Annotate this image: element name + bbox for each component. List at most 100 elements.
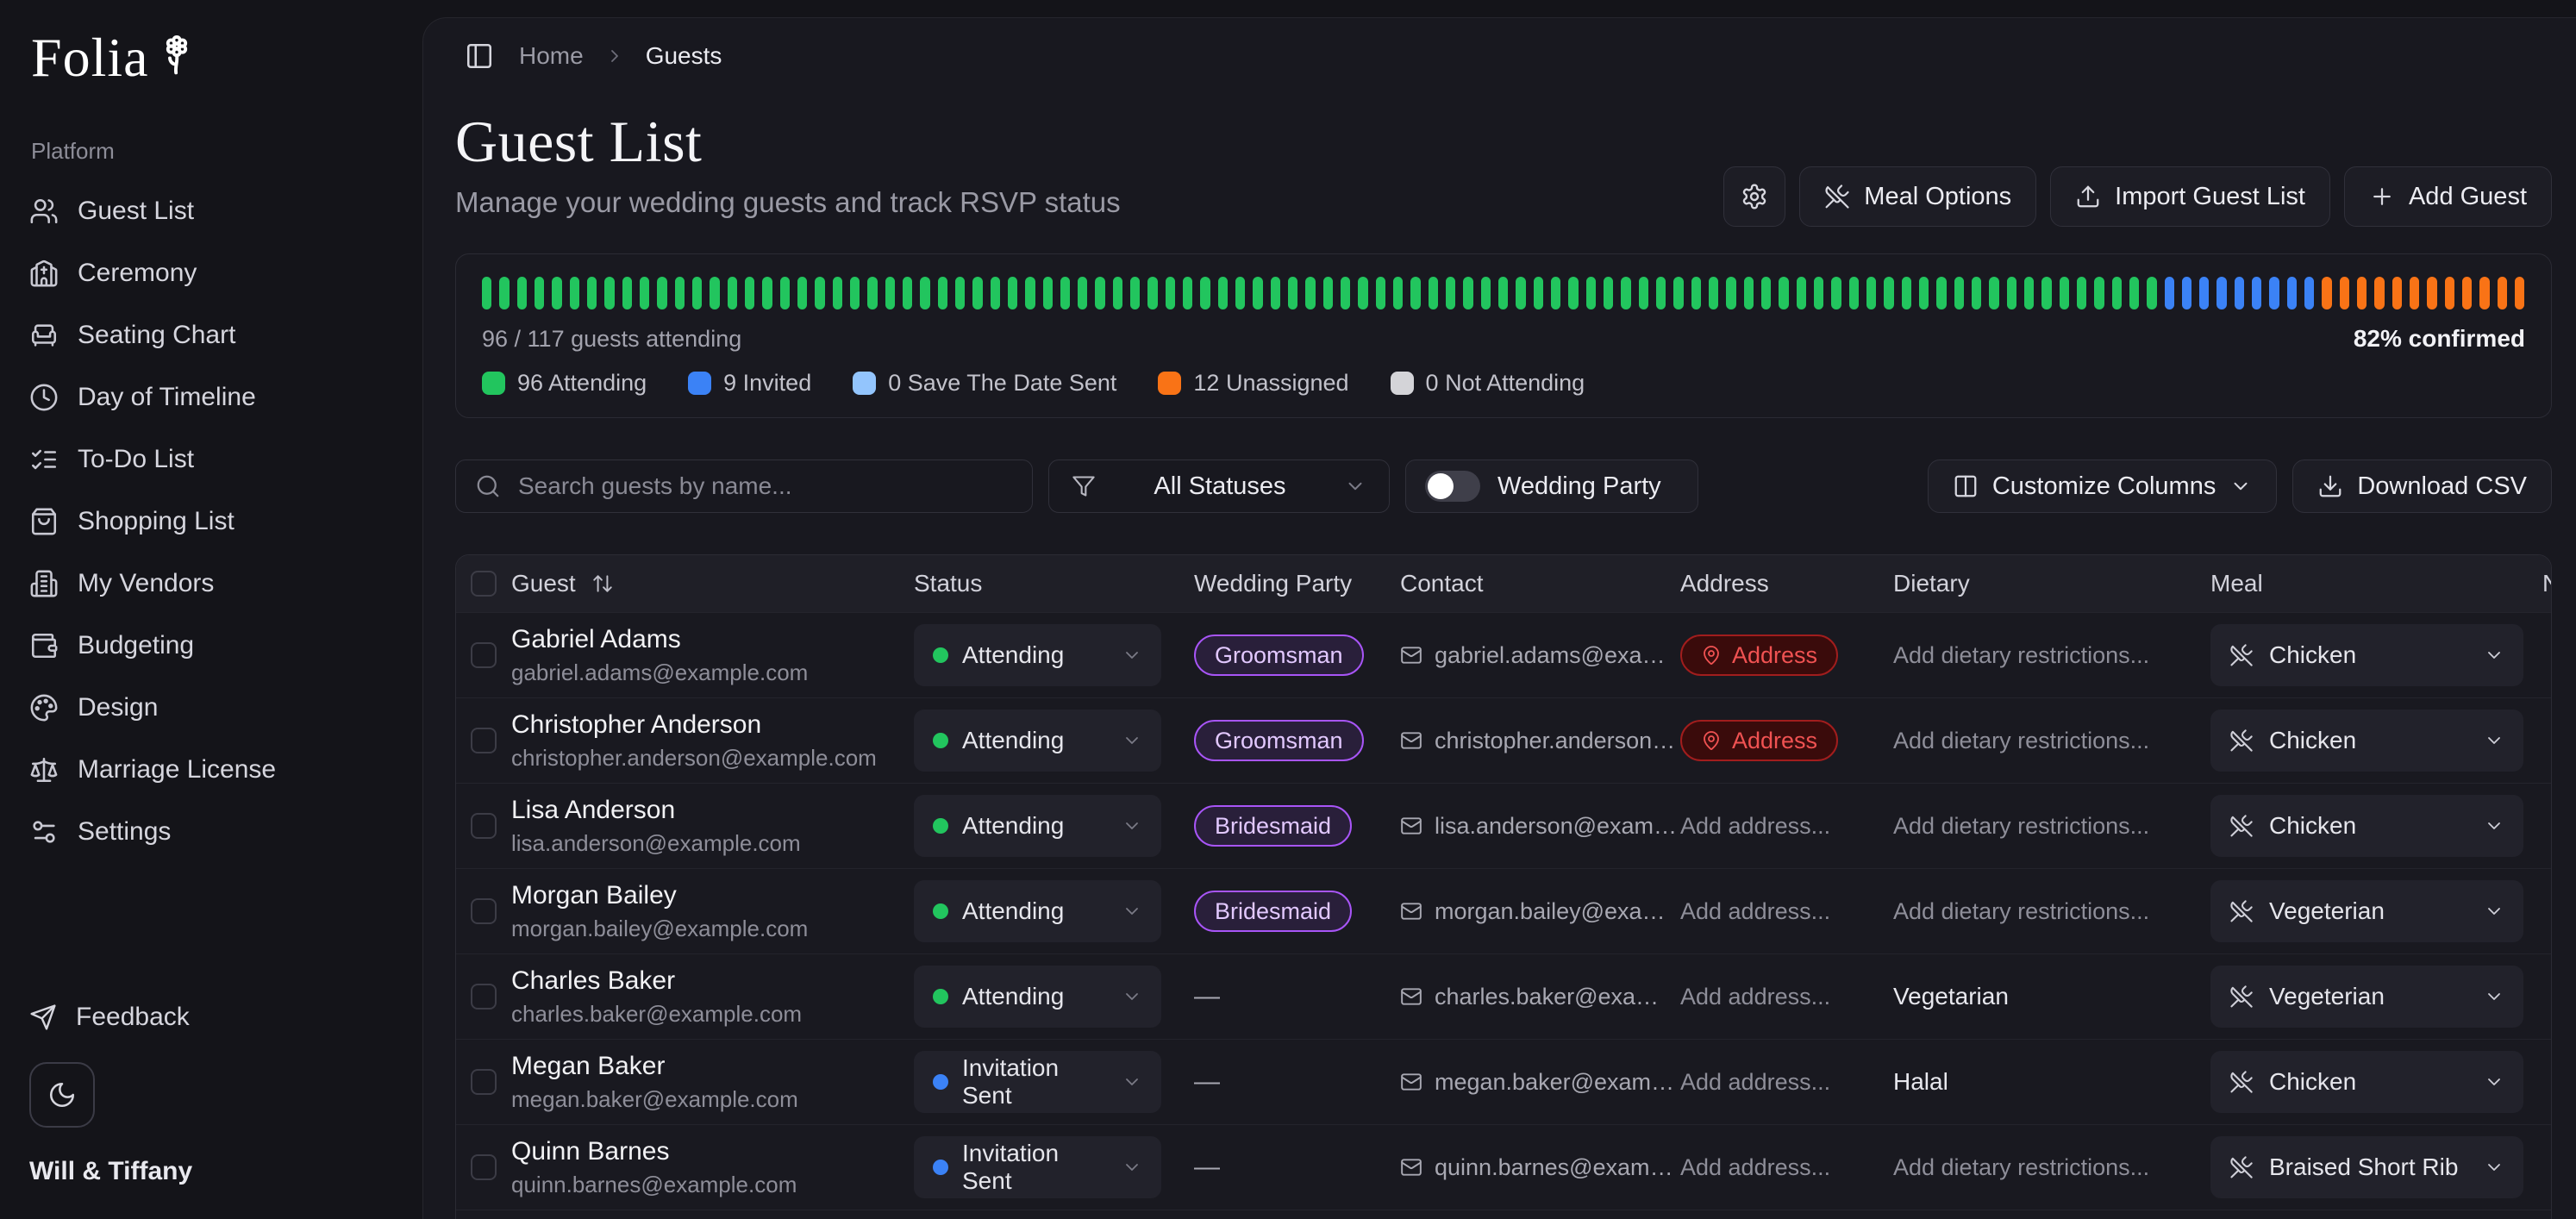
download-csv-button[interactable]: Download CSV	[2292, 459, 2552, 513]
search-input[interactable]	[518, 472, 1013, 500]
sidebar-item-design[interactable]: Design	[29, 677, 400, 739]
sidebar-item-label: My Vendors	[78, 569, 214, 598]
contact-email: morgan.bailey@example.com	[1435, 898, 1678, 925]
wedding-party-toggle[interactable]: Wedding Party	[1405, 459, 1698, 513]
meal-select[interactable]: Vegeterian	[2210, 966, 2523, 1028]
guest-email: morgan.bailey@example.com	[511, 916, 914, 942]
legend-label: 0 Not Attending	[1426, 370, 1585, 397]
meal-select[interactable]: Chicken	[2210, 624, 2523, 686]
address-missing-badge[interactable]: Address	[1680, 635, 1838, 676]
add-dietary-field[interactable]: Add dietary restrictions...	[1893, 813, 2149, 839]
account-name[interactable]: Will & Tiffany	[29, 1157, 400, 1186]
contact-cell[interactable]: christopher.anderson@example.com	[1400, 728, 1680, 754]
address-missing-badge[interactable]: Address	[1680, 720, 1838, 761]
contact-email: quinn.barnes@example.com	[1435, 1154, 1678, 1181]
meal-value: Chicken	[2269, 641, 2468, 669]
wallet-icon	[29, 631, 59, 660]
theme-toggle-button[interactable]	[29, 1062, 95, 1128]
progress-segment	[552, 277, 561, 309]
sidebar-item-ceremony[interactable]: Ceremony	[29, 242, 400, 304]
select-all-checkbox[interactable]	[471, 571, 497, 597]
row-checkbox[interactable]	[471, 984, 497, 1010]
legend-swatch	[1391, 372, 1414, 395]
add-address-field[interactable]: Add address...	[1680, 898, 1830, 924]
add-address-field[interactable]: Add address...	[1680, 813, 1830, 839]
mail-icon	[1400, 900, 1422, 922]
add-address-field[interactable]: Add address...	[1680, 984, 1830, 1010]
progress-segment	[570, 277, 579, 309]
wedding-party-badge: Groomsman	[1194, 720, 1364, 761]
meal-select[interactable]: Braised Short Rib	[2210, 1136, 2523, 1198]
sidebar-item-settings[interactable]: Settings	[29, 801, 400, 863]
column-header-guest[interactable]: Guest	[511, 570, 914, 597]
sidebar-item-my-vendors[interactable]: My Vendors	[29, 553, 400, 615]
progress-segment	[1446, 277, 1455, 309]
sidebar-item-label: Seating Chart	[78, 321, 235, 350]
row-checkbox[interactable]	[471, 642, 497, 668]
row-checkbox[interactable]	[471, 1069, 497, 1095]
dietary-value[interactable]: Halal	[1893, 1068, 1948, 1095]
progress-segment	[2252, 277, 2261, 309]
sidebar-toggle-button[interactable]	[460, 37, 498, 75]
contact-cell[interactable]: quinn.barnes@example.com	[1400, 1154, 1680, 1181]
settings-button[interactable]	[1723, 166, 1785, 227]
add-dietary-field[interactable]: Add dietary restrictions...	[1893, 898, 2149, 924]
legend-swatch	[1158, 372, 1181, 395]
main-panel: Home Guests Guest List Manage your weddi…	[422, 17, 2576, 1219]
sort-icon[interactable]	[591, 572, 614, 595]
meal-select[interactable]: Chicken	[2210, 795, 2523, 857]
meal-select[interactable]: Chicken	[2210, 710, 2523, 772]
import-guest-list-button[interactable]: Import Guest List	[2050, 166, 2330, 227]
meal-select[interactable]: Vegeterian	[2210, 880, 2523, 942]
status-select[interactable]: Attending	[914, 880, 1161, 942]
guest-name: Quinn Barnes	[511, 1137, 914, 1166]
sidebar-item-day-of-timeline[interactable]: Day of Timeline	[29, 366, 400, 428]
add-dietary-field[interactable]: Add dietary restrictions...	[1893, 642, 2149, 668]
row-checkbox[interactable]	[471, 898, 497, 924]
dietary-value[interactable]: Vegetarian	[1893, 983, 2009, 1010]
progress-segment	[1673, 277, 1683, 309]
breadcrumb-current: Guests	[646, 42, 722, 70]
contact-cell[interactable]: morgan.bailey@example.com	[1400, 898, 1680, 925]
status-select[interactable]: Attending	[914, 966, 1161, 1028]
row-checkbox[interactable]	[471, 1154, 497, 1180]
row-checkbox[interactable]	[471, 813, 497, 839]
sidebar-item-shopping-list[interactable]: Shopping List	[29, 491, 400, 553]
utensils-icon	[2229, 899, 2254, 923]
chevron-down-icon	[2484, 645, 2504, 666]
status-select[interactable]: Attending	[914, 795, 1161, 857]
add-address-field[interactable]: Add address...	[1680, 1154, 1830, 1180]
add-dietary-field[interactable]: Add dietary restrictions...	[1893, 1154, 2149, 1180]
contact-cell[interactable]: megan.baker@example.com	[1400, 1069, 1680, 1096]
sidebar-item-to-do-list[interactable]: To-Do List	[29, 428, 400, 491]
add-dietary-field[interactable]: Add dietary restrictions...	[1893, 728, 2149, 753]
contact-cell[interactable]: gabriel.adams@example.com	[1400, 642, 1680, 669]
chevron-down-icon	[2484, 1072, 2504, 1092]
breadcrumb-home[interactable]: Home	[519, 42, 584, 70]
status-filter-select[interactable]: All Statuses	[1048, 459, 1390, 513]
status-select[interactable]: Attending	[914, 624, 1161, 686]
progress-segment	[1498, 277, 1508, 309]
status-select[interactable]: Attending	[914, 710, 1161, 772]
contact-cell[interactable]: charles.baker@example.com	[1400, 984, 1680, 1010]
mail-icon	[1400, 985, 1422, 1008]
sidebar-item-budgeting[interactable]: Budgeting	[29, 615, 400, 677]
sidebar-item-marriage-license[interactable]: Marriage License	[29, 739, 400, 801]
status-select[interactable]: Invitation Sent	[914, 1136, 1161, 1198]
add-address-field[interactable]: Add address...	[1680, 1069, 1830, 1095]
status-select[interactable]: Invitation Sent	[914, 1051, 1161, 1113]
meal-options-label: Meal Options	[1864, 183, 2011, 211]
sidebar-item-guest-list[interactable]: Guest List	[29, 180, 400, 242]
meal-select[interactable]: Chicken	[2210, 1051, 2523, 1113]
sidebar-item-feedback[interactable]: Feedback	[29, 990, 400, 1045]
toggle-track[interactable]	[1425, 471, 1480, 502]
customize-columns-button[interactable]: Customize Columns	[1928, 459, 2277, 513]
progress-segment	[1744, 277, 1754, 309]
sidebar-item-seating-chart[interactable]: Seating Chart	[29, 304, 400, 366]
download-icon	[2317, 473, 2343, 499]
add-guest-button[interactable]: Add Guest	[2344, 166, 2552, 227]
contact-cell[interactable]: lisa.anderson@example.com	[1400, 813, 1680, 840]
contact-email: gabriel.adams@example.com	[1435, 642, 1678, 669]
meal-options-button[interactable]: Meal Options	[1799, 166, 2036, 227]
row-checkbox[interactable]	[471, 728, 497, 753]
